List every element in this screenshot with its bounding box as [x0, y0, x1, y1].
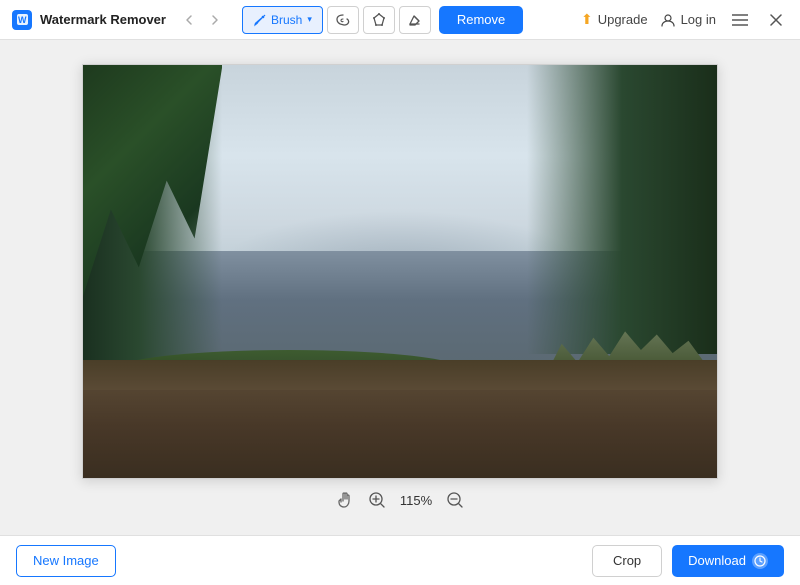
- upgrade-button[interactable]: ⬆ Upgrade: [581, 11, 648, 28]
- zoom-in-button[interactable]: [366, 489, 388, 511]
- titlebar-right: ⬆ Upgrade Log in: [581, 8, 788, 32]
- crop-button[interactable]: Crop: [592, 545, 662, 577]
- brush-chevron: ▾: [307, 14, 312, 25]
- polygon-lasso-button[interactable]: [363, 6, 395, 34]
- brush-label: Brush: [271, 13, 302, 27]
- main-content: 115%: [0, 40, 800, 535]
- nav-arrows: [178, 9, 226, 31]
- ground-layer: [83, 375, 717, 478]
- eraser-tool-button[interactable]: [399, 6, 431, 34]
- bottom-bar: New Image Crop Download: [0, 535, 800, 585]
- tree-right: [527, 65, 717, 354]
- svg-text:W: W: [18, 15, 27, 25]
- back-button[interactable]: [178, 9, 200, 31]
- login-button[interactable]: Log in: [660, 12, 716, 28]
- lasso-tool-button[interactable]: [327, 6, 359, 34]
- canvas-area: [82, 64, 718, 479]
- upgrade-label: Upgrade: [598, 12, 648, 27]
- titlebar: W Watermark Remover: [0, 0, 800, 40]
- photo-background: [83, 65, 717, 478]
- forward-button[interactable]: [204, 9, 226, 31]
- download-label: Download: [688, 553, 746, 568]
- menu-button[interactable]: [728, 8, 752, 32]
- new-image-button[interactable]: New Image: [16, 545, 116, 577]
- image-container[interactable]: [82, 64, 718, 479]
- bottom-right-actions: Crop Download: [592, 545, 784, 577]
- download-clock-icon: [752, 553, 768, 569]
- hand-icon: [334, 489, 356, 511]
- zoom-percent: 115%: [398, 493, 434, 508]
- toolbar: Brush ▾: [242, 6, 523, 34]
- upgrade-icon: ⬆: [581, 11, 593, 28]
- app-logo: W: [12, 10, 32, 30]
- app-title: Watermark Remover: [40, 12, 166, 27]
- titlebar-left: W Watermark Remover: [12, 6, 523, 34]
- close-button[interactable]: [764, 8, 788, 32]
- zoom-bar: 115%: [334, 489, 466, 511]
- remove-button[interactable]: Remove: [439, 6, 523, 34]
- login-label: Log in: [681, 12, 716, 27]
- download-button[interactable]: Download: [672, 545, 784, 577]
- brush-tool-button[interactable]: Brush ▾: [242, 6, 323, 34]
- zoom-out-button[interactable]: [444, 489, 466, 511]
